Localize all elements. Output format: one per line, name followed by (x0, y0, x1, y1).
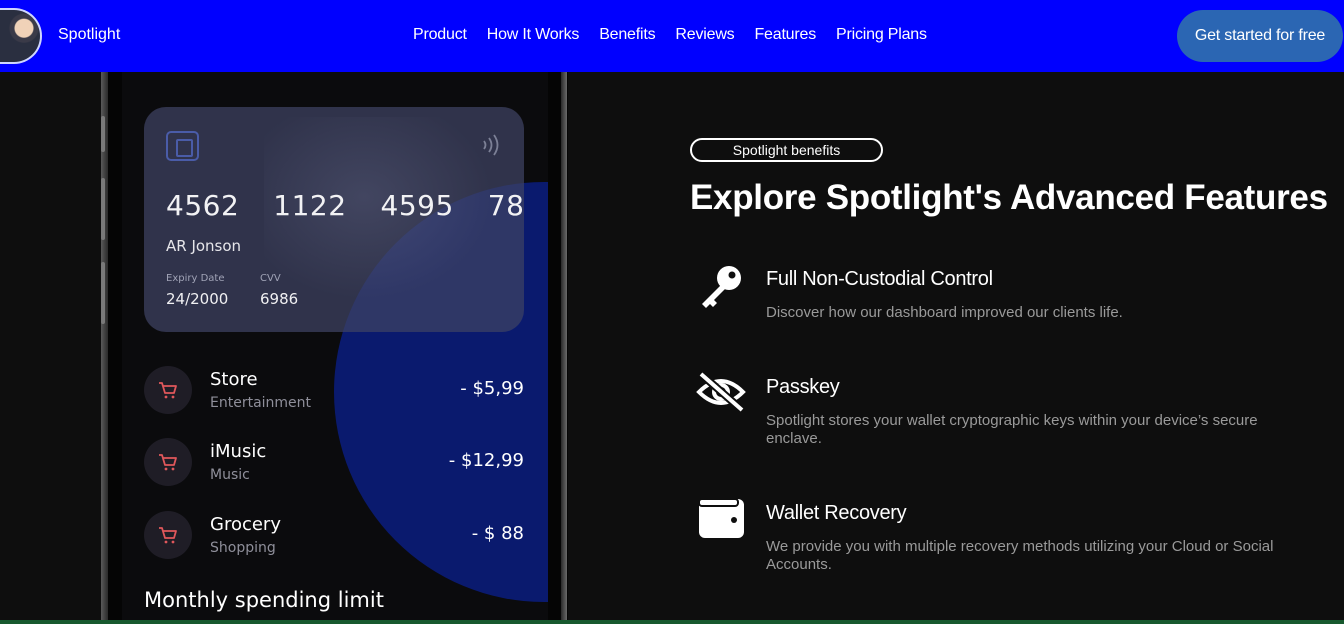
card-chip-icon (166, 131, 199, 161)
phone-left-edge (101, 72, 108, 624)
nav-links: Product How It Works Benefits Reviews Fe… (413, 26, 947, 44)
feature-description: Spotlight stores your wallet cryptograph… (766, 412, 1258, 447)
transaction-item[interactable]: Grocery Shopping - $ 88 (144, 511, 524, 561)
wallet-icon (698, 498, 744, 538)
eye-off-icon (696, 370, 746, 414)
key-icon (702, 266, 741, 308)
avatar[interactable] (0, 8, 42, 64)
phone-side-button (101, 262, 105, 324)
phone-side-button (101, 178, 105, 240)
feature-description: We provide you with multiple recovery me… (766, 538, 1274, 573)
nav-link-pricing-plans[interactable]: Pricing Plans (836, 26, 927, 44)
transaction-item[interactable]: Store Entertainment - $5,99 (144, 366, 524, 416)
feature-item: Full Non-Custodial Control Discover how … (696, 262, 1316, 332)
brand-name[interactable]: Spotlight (58, 26, 120, 44)
cart-icon (144, 366, 192, 414)
card-number-group: 7852 (487, 189, 524, 222)
cvv-label: CVV (260, 273, 281, 284)
cvv-value: 6986 (260, 290, 299, 308)
get-started-button[interactable]: Get started for free (1177, 10, 1343, 62)
phone-side-button (101, 116, 105, 152)
nav-link-how-it-works[interactable]: How It Works (487, 26, 580, 44)
card-number-group: 4562 (166, 189, 240, 222)
credit-card: 4562 1122 4595 7852 AR Jonson Expiry Dat… (144, 107, 524, 332)
nav-link-benefits[interactable]: Benefits (599, 26, 655, 44)
transaction-amount: - $ 88 (471, 523, 524, 544)
card-number-group: 4595 (380, 189, 454, 222)
contactless-icon (483, 134, 499, 156)
feature-title: Passkey (766, 376, 840, 398)
cart-icon (144, 438, 192, 486)
nav-link-product[interactable]: Product (413, 26, 467, 44)
transaction-amount: - $5,99 (460, 378, 524, 399)
page: Spotlight Product How It Works Benefits … (0, 0, 1344, 624)
card-holder-name: AR Jonson (166, 237, 242, 255)
expiry-value: 24/2000 (166, 290, 229, 308)
phone-right-edge (561, 72, 567, 624)
feature-title: Full Non-Custodial Control (766, 268, 993, 290)
card-number-group: 1122 (273, 189, 347, 222)
cart-icon (144, 511, 192, 559)
feature-title: Wallet Recovery (766, 502, 907, 524)
expiry-label: Expiry Date (166, 273, 225, 284)
transaction-category: Entertainment (210, 395, 312, 411)
feature-item: Passkey Spotlight stores your wallet cry… (696, 370, 1316, 460)
phone-screen: 4562 1122 4595 7852 AR Jonson Expiry Dat… (122, 72, 548, 624)
transaction-category: Music (210, 467, 250, 483)
top-navbar: Spotlight Product How It Works Benefits … (0, 0, 1344, 72)
feature-item: Wallet Recovery We provide you with mult… (696, 496, 1316, 586)
bottom-edge-strip (0, 620, 1344, 624)
nav-link-reviews[interactable]: Reviews (675, 26, 734, 44)
transaction-name: Grocery (210, 514, 281, 535)
monthly-limit-title: Monthly spending limit (144, 588, 384, 612)
transaction-name: Store (210, 369, 258, 390)
transaction-amount: - $12,99 (448, 450, 524, 471)
transaction-item[interactable]: iMusic Music - $12,99 (144, 438, 524, 488)
nav-link-features[interactable]: Features (754, 26, 816, 44)
feature-description: Discover how our dashboard improved our … (766, 304, 1123, 321)
card-number: 4562 1122 4595 7852 (166, 189, 524, 222)
transaction-category: Shopping (210, 540, 276, 556)
section-headline: Explore Spotlight's Advanced Features (690, 178, 1328, 217)
section-badge: Spotlight benefits (690, 138, 883, 162)
transaction-name: iMusic (210, 441, 267, 462)
